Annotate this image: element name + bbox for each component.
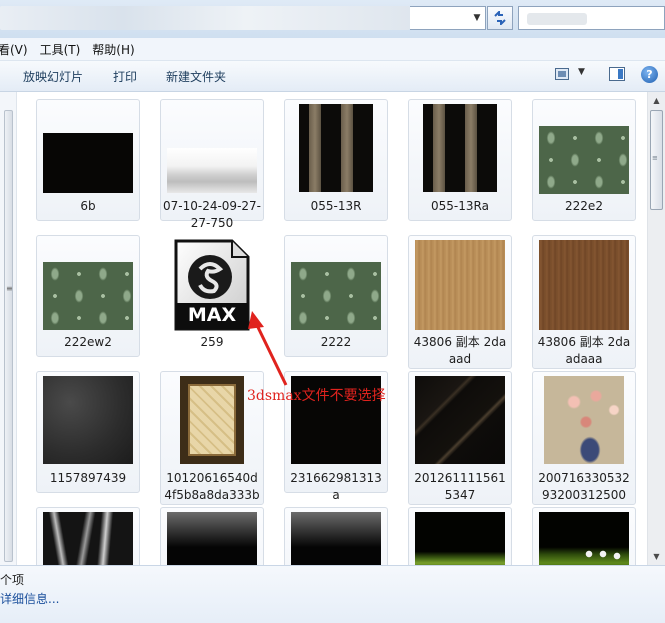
search-input[interactable]	[518, 6, 665, 30]
file-grid: 6b 07-10-24-09-27-27-750 055-13R 055-13R…	[17, 92, 647, 565]
max-icon-text: MAX	[187, 304, 237, 326]
item-count: 个项	[0, 573, 25, 587]
thumbnail	[167, 512, 257, 565]
thumbnail	[43, 133, 133, 193]
thumbnail	[180, 376, 244, 464]
file-tile-row4-1[interactable]	[36, 507, 140, 565]
file-name: 1157897439	[49, 471, 127, 485]
file-tile-row4-3[interactable]	[284, 507, 388, 565]
thumbnail	[539, 240, 629, 330]
file-tile-055-13Ra[interactable]: 055-13Ra	[408, 99, 512, 221]
address-dropdown-icon[interactable]: ▼	[470, 8, 484, 28]
thumbnail	[539, 126, 629, 194]
thumbnail	[167, 148, 257, 193]
file-tile-row4-2[interactable]	[160, 507, 264, 565]
file-name: 2012611115615347	[414, 471, 506, 502]
thumbnail	[539, 512, 629, 565]
grip-icon: ≡	[652, 154, 658, 162]
file-name: 055-13Ra	[431, 199, 489, 213]
menu-bar: 看(V) 工具(T) 帮助(H)	[0, 38, 665, 61]
file-tile-1157897439[interactable]: 1157897439	[36, 371, 140, 493]
navigation-pane-edge: ≡	[0, 92, 17, 565]
preview-pane-icon[interactable]	[609, 67, 625, 81]
navigation-scrollbar-thumb[interactable]	[4, 110, 13, 562]
file-name: 07-10-24-09-27-27-750	[163, 199, 261, 230]
more-details-link[interactable]: 详细信息...	[0, 590, 59, 607]
print-button[interactable]: 打印	[113, 68, 137, 85]
file-tile-2012611115615347[interactable]: 2012611115615347	[408, 371, 512, 505]
refresh-button[interactable]	[487, 6, 513, 30]
details-pane: 个项 详细信息...	[0, 565, 665, 623]
file-name: 6b	[80, 199, 96, 213]
thumbnail	[544, 376, 624, 464]
file-name: 43806 副本 2daaad	[413, 335, 507, 366]
new-folder-button[interactable]: 新建文件夹	[166, 68, 226, 85]
command-bar: 放映幻灯片 打印 新建文件夹 ▼ ?	[0, 61, 665, 92]
file-tile-43806-2daaad[interactable]: 43806 副本 2daaad	[408, 235, 512, 369]
file-tile-222e2[interactable]: 222e2	[532, 99, 636, 221]
thumbnail	[43, 376, 133, 464]
views-dropdown-icon[interactable]: ▼	[578, 67, 585, 77]
file-tile-6b[interactable]: 6b	[36, 99, 140, 221]
menu-tools[interactable]: 工具(T)	[34, 41, 87, 58]
annotation-text: 3dsmax文件不要选择	[247, 388, 386, 404]
grip-icon: ≡	[6, 284, 13, 293]
slideshow-button[interactable]: 放映幻灯片	[23, 68, 83, 85]
views-icon[interactable]	[555, 68, 569, 80]
thumbnail	[415, 376, 505, 464]
help-icon[interactable]: ?	[641, 66, 658, 83]
file-name: 055-13R	[310, 199, 362, 213]
thumbnail	[43, 512, 133, 565]
thumbnail	[43, 262, 133, 330]
search-placeholder-blurred	[527, 13, 587, 25]
file-name: 20071633053293200312500	[538, 471, 630, 502]
file-name: 222ew2	[64, 335, 112, 349]
file-tile-222ew2[interactable]: 222ew2	[36, 235, 140, 357]
rug-pattern	[188, 384, 236, 456]
file-tile-row4-4[interactable]	[408, 507, 512, 565]
file-tile-20071633053293200312500[interactable]: 20071633053293200312500	[532, 371, 636, 505]
file-tile-055-13R[interactable]: 055-13R	[284, 99, 388, 221]
thumbnail	[415, 240, 505, 330]
address-bar-blurred[interactable]	[0, 6, 410, 30]
thumbnail	[299, 104, 373, 192]
file-tile-07-10-24[interactable]: 07-10-24-09-27-27-750	[160, 99, 264, 230]
refresh-icon	[494, 11, 506, 25]
thumbnail	[415, 512, 505, 565]
scroll-down-icon[interactable]: ▼	[648, 548, 665, 565]
file-name: 43806 副本 2daadaaa	[537, 335, 631, 366]
thumbnail	[291, 512, 381, 565]
file-name: 231662981313a	[290, 471, 382, 502]
vertical-scrollbar[interactable]: ▲ ≡ ▼	[647, 92, 665, 565]
annotation-arrow	[248, 311, 288, 386]
scroll-up-icon[interactable]: ▲	[648, 92, 665, 109]
menu-view[interactable]: 看(V)	[0, 41, 34, 58]
file-name: 222e2	[565, 199, 603, 213]
file-tile-row4-5[interactable]	[532, 507, 636, 565]
menu-help[interactable]: 帮助(H)	[86, 41, 140, 58]
file-tile-43806-2daadaaa[interactable]: 43806 副本 2daadaaa	[532, 235, 636, 369]
thumbnail	[423, 104, 497, 192]
address-bar-row: ▼	[0, 0, 665, 38]
